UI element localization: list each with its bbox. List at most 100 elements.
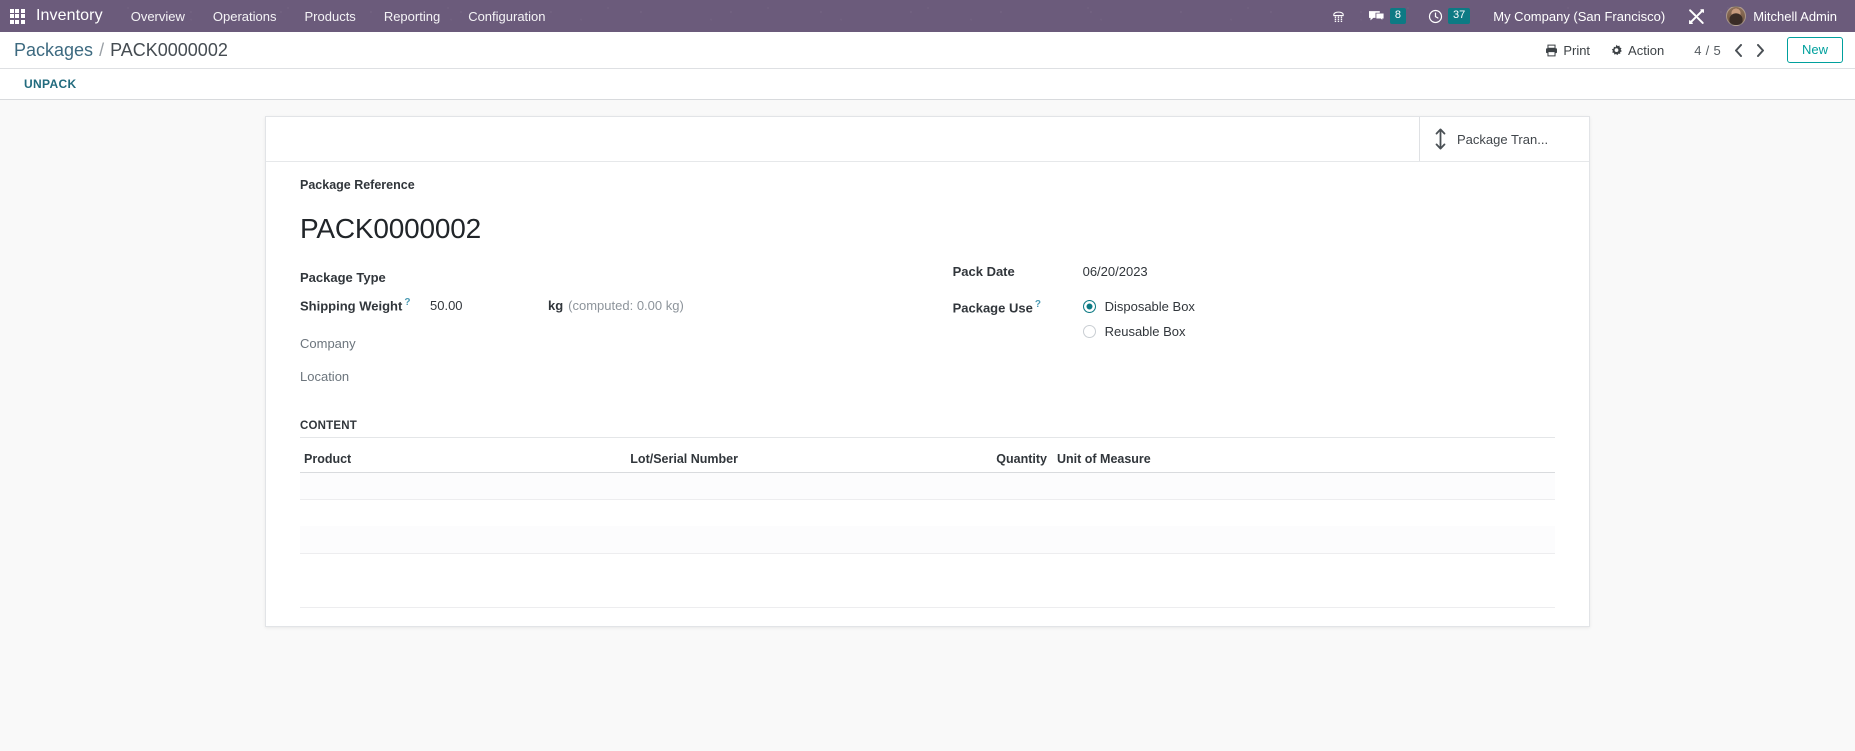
help-tooltip-icon[interactable]: ? (1035, 299, 1041, 310)
pager-next-button[interactable] (1751, 39, 1771, 61)
pager-previous-button[interactable] (1729, 39, 1749, 61)
menu-item-reporting[interactable]: Reporting (370, 0, 454, 32)
company-switcher[interactable]: My Company (San Francisco) (1481, 0, 1677, 32)
grid-apps-icon (9, 8, 25, 24)
new-record-button[interactable]: New (1786, 37, 1843, 63)
app-brand-inventory[interactable]: Inventory (34, 0, 117, 32)
package-use-label-text: Package Use (952, 300, 1033, 316)
field-pack-date: Pack Date 06/20/2023 (953, 264, 1555, 292)
radio-label-reusable-box: Reusable Box (1104, 323, 1186, 339)
field-label-pack-date: Pack Date (952, 263, 1015, 279)
shipping-weight-unit: kg (548, 298, 564, 314)
column-header-quantity[interactable]: Quantity (990, 437, 1053, 473)
control-panel-actions: Print Action 4 / 5 New (1535, 37, 1843, 63)
content-section-title: CONTENT (300, 420, 1555, 438)
menu-item-operations[interactable]: Operations (199, 0, 291, 32)
pager-value[interactable]: 4 / 5 (1688, 43, 1727, 58)
chevron-right-icon (1757, 43, 1765, 57)
breadcrumb-current-record: PACK0000002 (110, 39, 228, 60)
column-header-product[interactable]: Product (300, 437, 627, 473)
form-column-right: Pack Date 06/20/2023 Package Use? Dispos… (953, 264, 1555, 396)
table-row[interactable] (300, 472, 1555, 500)
menu-item-configuration[interactable]: Configuration (454, 0, 559, 32)
smart-button-label: Package Tran... (1457, 131, 1549, 147)
package-reference-label: Package Reference (300, 178, 415, 192)
sheet-wrapper: Package Tran... Package Reference PACK00… (0, 100, 1855, 627)
form-column-left: Package Type Shipping Weight? 50.00 kg (… (300, 264, 953, 396)
radio-option-disposable-box[interactable]: Disposable Box (1082, 298, 1195, 314)
field-label-company: Company (300, 335, 356, 351)
breadcrumb-separator: / (99, 39, 105, 60)
content-table: Product Lot/Serial Number Quantity Unit … (300, 437, 1555, 608)
menu-item-overview[interactable]: Overview (117, 0, 199, 32)
field-label-shipping-weight: Shipping Weight? (300, 297, 430, 313)
field-location: Location (300, 363, 953, 391)
printer-icon (1546, 44, 1558, 56)
shipping-weight-input[interactable]: 50.00 (430, 298, 548, 313)
messages-button[interactable]: 8 (1357, 0, 1417, 32)
gear-icon (1611, 44, 1622, 55)
messages-chat-icon (1368, 10, 1385, 22)
chevron-left-icon (1735, 43, 1743, 57)
content-section: CONTENT Product Lot/Serial Number Quanti… (300, 420, 1555, 608)
table-row[interactable] (300, 526, 1555, 554)
apps-menu-button[interactable] (0, 0, 34, 32)
table-row[interactable] (300, 553, 1555, 581)
radio-mark-selected-icon (1082, 299, 1096, 313)
form-body: Package Reference PACK0000002 Package Ty… (266, 162, 1589, 608)
activities-clock-icon (1428, 9, 1443, 23)
action-label: Action (1628, 42, 1665, 58)
package-use-radio-group: Disposable Box Reusable Box (1082, 297, 1195, 339)
print-button[interactable]: Print (1535, 39, 1600, 62)
field-shipping-weight: Shipping Weight? 50.00 kg (computed: 0.0… (300, 297, 953, 325)
arrows-up-down-icon (1435, 128, 1446, 150)
content-table-header-row: Product Lot/Serial Number Quantity Unit … (300, 437, 1555, 473)
content-table-body (300, 472, 1555, 608)
form-sheet: Package Tran... Package Reference PACK00… (265, 116, 1590, 627)
activities-button[interactable]: 37 (1417, 0, 1481, 32)
activities-count-badge: 37 (1447, 8, 1471, 24)
column-header-unit-of-measure[interactable]: Unit of Measure (1052, 437, 1555, 473)
main-menu: Overview Operations Products Reporting C… (117, 0, 560, 32)
print-label: Print (1563, 42, 1591, 58)
help-tooltip-icon[interactable]: ? (404, 297, 410, 308)
record-pager: 4 / 5 (1688, 39, 1771, 61)
field-label-location: Location (300, 368, 350, 384)
shipping-weight-computed: (computed: 0.00 kg) (568, 298, 684, 314)
package-reference-value[interactable]: PACK0000002 (300, 211, 1555, 246)
menu-item-products[interactable]: Products (291, 0, 370, 32)
content-table-footer-row (300, 579, 1555, 608)
field-company: Company (300, 330, 953, 358)
enterprise-upgrade-button[interactable] (1320, 0, 1357, 32)
smart-button-box: Package Tran... (266, 117, 1589, 162)
control-panel-status-row: UNPACK (0, 68, 1855, 99)
user-menu-button[interactable]: Mitchell Admin (1716, 0, 1845, 32)
radio-mark-unselected-icon (1082, 324, 1096, 338)
radio-label-disposable-box: Disposable Box (1104, 298, 1195, 314)
field-package-use: Package Use? Disposable Box Reusable Box (953, 297, 1555, 339)
smart-button-package-transfers[interactable]: Package Tran... (1419, 117, 1589, 161)
top-navbar: Inventory Overview Operations Products R… (0, 0, 1855, 32)
field-package-type: Package Type (300, 264, 953, 292)
user-name-label: Mitchell Admin (1753, 8, 1837, 24)
radio-option-reusable-box[interactable]: Reusable Box (1082, 323, 1195, 339)
breadcrumb: Packages / PACK0000002 (14, 40, 228, 61)
phone-keypad-icon (1333, 11, 1344, 22)
control-panel: Packages / PACK0000002 Print Action 4 / … (0, 32, 1855, 100)
navbar-systray: 8 37 My Company (San Francisco) Mitchell… (1320, 0, 1855, 32)
form-view-area: Package Tran... Package Reference PACK00… (0, 100, 1855, 751)
user-avatar (1726, 6, 1747, 26)
shipping-weight-label-text: Shipping Weight (300, 298, 403, 314)
table-row[interactable] (300, 499, 1555, 527)
control-panel-top-row: Packages / PACK0000002 Print Action 4 / … (0, 32, 1855, 68)
messages-count-badge: 8 (1389, 8, 1406, 24)
unpack-button[interactable]: UNPACK (14, 73, 87, 95)
developer-tools-button[interactable] (1677, 0, 1716, 32)
field-value-shipping-weight: 50.00 kg (computed: 0.00 kg) (430, 298, 684, 316)
column-header-lot-serial-number[interactable]: Lot/Serial Number (626, 437, 991, 473)
breadcrumb-packages-link[interactable]: Packages (14, 40, 93, 61)
action-button[interactable]: Action (1600, 39, 1674, 62)
field-value-pack-date[interactable]: 06/20/2023 (1083, 264, 1148, 282)
developer-tools-icon (1689, 8, 1705, 24)
field-label-package-type: Package Type (300, 269, 386, 285)
